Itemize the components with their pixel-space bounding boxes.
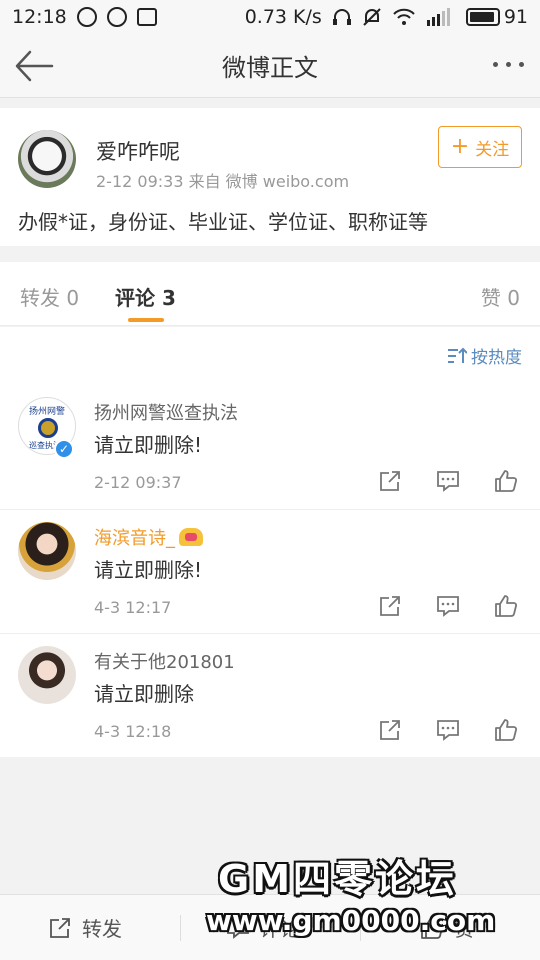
comment-item: 有关于他201801 请立即删除 4-3 12:18 <box>0 633 540 757</box>
reply-icon[interactable] <box>436 594 460 618</box>
share-icon[interactable] <box>378 594 402 618</box>
police-emblem-icon <box>38 418 58 438</box>
like-icon[interactable] <box>494 718 518 742</box>
tab-like[interactable]: 赞 0 <box>481 282 520 311</box>
repost-button[interactable]: 转发 <box>48 913 122 942</box>
comment-text: 请立即删除 <box>94 682 194 706</box>
comment-time: 4-3 12:17 <box>94 598 172 617</box>
avatar-badge-text: 扬州网警 <box>29 407 66 417</box>
picture-icon <box>136 8 157 26</box>
wifi-icon <box>393 8 415 25</box>
status-bar: 12:18 0.73 K/s 91 <box>0 0 540 34</box>
post-text: 办假*证，身份证、毕业证、学位证、职称证等 <box>18 210 428 234</box>
comment-time: 4-3 12:18 <box>94 722 172 741</box>
status-time: 12:18 <box>12 6 67 28</box>
post-author-name[interactable]: 爱咋咋呢 <box>96 136 180 166</box>
comment-actions <box>378 469 518 493</box>
commenter-name[interactable]: 海滨音诗_ <box>94 524 203 550</box>
tab-repost[interactable]: 转发 0 <box>20 282 79 311</box>
sort-label: 按热度 <box>471 348 522 368</box>
comment-list: 扬州网警 巡查执法 ✓ 扬州网警巡查执法 请立即删除! 2-12 09:37 海… <box>0 385 540 757</box>
watermark-title: GM四零论坛 <box>218 857 458 901</box>
watermark-url: www.gm0000.com <box>206 904 496 937</box>
commenter-name[interactable]: 扬州网警巡查执法 <box>94 399 238 425</box>
post-meta: 2-12 09:33 来自 微博 weibo.com <box>96 172 350 191</box>
commenter-name[interactable]: 有关于他201801 <box>94 648 235 674</box>
sort-by-hot-button[interactable]: 按热度 <box>447 343 522 368</box>
message-icon <box>106 7 127 27</box>
like-icon[interactable] <box>494 469 518 493</box>
more-options-icon[interactable] <box>493 62 524 67</box>
share-icon[interactable] <box>378 469 402 493</box>
nav-bar: 微博正文 <box>0 34 540 98</box>
author-avatar[interactable] <box>18 130 76 188</box>
comment-actions <box>378 594 518 618</box>
reply-icon[interactable] <box>436 469 460 493</box>
share-icon[interactable] <box>378 718 402 742</box>
follow-label: 关注 <box>475 139 510 160</box>
comment-text: 请立即删除! <box>94 433 203 457</box>
back-arrow-icon[interactable] <box>14 48 54 84</box>
signal-icon <box>426 8 450 26</box>
comment-text: 请立即删除! <box>94 558 203 582</box>
commenter-avatar[interactable] <box>18 646 76 704</box>
page-title: 微博正文 <box>222 54 318 82</box>
commenter-name-text: 海滨音诗_ <box>94 528 175 549</box>
follow-button[interactable]: + 关注 <box>438 126 522 168</box>
sort-icon <box>448 347 467 363</box>
comment-item: 扬州网警 巡查执法 ✓ 扬州网警巡查执法 请立即删除! 2-12 09:37 <box>0 385 540 509</box>
active-tab-indicator <box>128 318 164 322</box>
battery-level: 91 <box>503 6 528 28</box>
post-card: 爱咋咋呢 2-12 09:33 来自 微博 weibo.com + 关注 办假*… <box>0 108 540 246</box>
repost-label: 转发 <box>82 917 122 941</box>
comment-time: 2-12 09:37 <box>94 473 182 492</box>
like-icon[interactable] <box>494 594 518 618</box>
reply-icon[interactable] <box>436 718 460 742</box>
comment-actions <box>378 718 518 742</box>
battery-icon: 91 <box>465 6 528 28</box>
weibo-notification-icon <box>76 7 97 27</box>
commenter-avatar[interactable] <box>18 522 76 580</box>
mute-icon <box>363 8 381 26</box>
tab-comment[interactable]: 评论 3 <box>115 282 176 311</box>
plus-icon: + <box>450 134 470 159</box>
sort-row: 按热度 <box>0 327 540 385</box>
vip-crown-icon <box>179 528 203 546</box>
post-tabs: 转发 0 评论 3 赞 0 <box>0 262 540 326</box>
repost-icon <box>50 917 70 938</box>
headphones-icon <box>332 9 351 25</box>
network-speed: 0.73 K/s <box>244 6 322 28</box>
divider <box>180 915 181 941</box>
comment-item: 海滨音诗_ 请立即删除! 4-3 12:17 <box>0 509 540 633</box>
verified-badge-icon: ✓ <box>54 439 74 459</box>
